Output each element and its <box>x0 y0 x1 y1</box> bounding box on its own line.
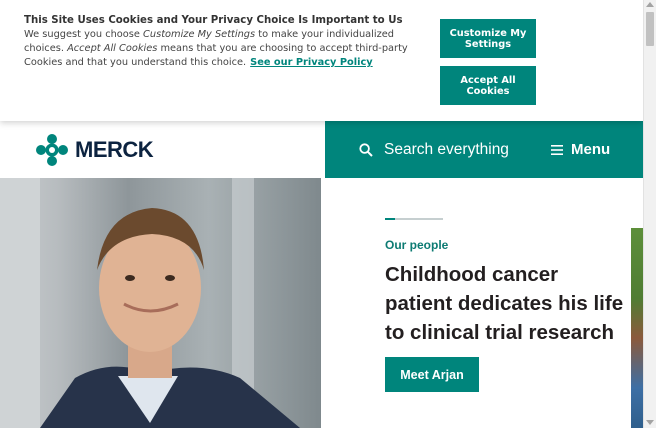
cookie-title: This Site Uses Cookies and Your Privacy … <box>24 15 403 26</box>
privacy-policy-link[interactable]: See our Privacy Policy <box>250 57 373 68</box>
vertical-scrollbar[interactable] <box>643 0 656 428</box>
search-icon <box>359 142 373 157</box>
logo-link[interactable]: MERCK <box>0 121 325 178</box>
cookie-text-accept-em: Accept All Cookies <box>67 43 158 54</box>
cookie-text-customize-em: Customize My Settings <box>143 29 256 40</box>
scroll-thumb[interactable] <box>646 12 654 46</box>
cookie-banner: This Site Uses Cookies and Your Privacy … <box>0 0 643 121</box>
search-label: Search everything <box>384 140 509 158</box>
scroll-up-arrow-icon[interactable] <box>646 2 654 7</box>
site-header: MERCK Search everything Menu <box>0 121 643 178</box>
customize-settings-button[interactable]: Customize My Settings <box>440 19 536 58</box>
slide-progress-indicator <box>385 218 443 220</box>
hero-kicker: Our people <box>385 238 449 252</box>
cookie-text-1: We suggest you choose <box>24 29 144 40</box>
hamburger-menu-icon <box>551 144 563 155</box>
cookie-description: We suggest you choose Customize My Setti… <box>24 28 422 70</box>
hero-headline: Childhood cancer patient dedicates his l… <box>385 263 624 344</box>
meet-arjan-button[interactable]: Meet Arjan <box>385 357 479 392</box>
hero-carousel: Our people Childhood cancer patient dedi… <box>0 178 643 428</box>
hero-photo <box>0 178 321 428</box>
menu-label: Menu <box>571 141 611 158</box>
accept-all-cookies-button[interactable]: Accept All Cookies <box>440 66 536 105</box>
next-slide-peek[interactable] <box>631 228 643 428</box>
hero-portrait-image <box>0 178 300 428</box>
search-button[interactable]: Search everything <box>325 121 525 178</box>
slide-progress-fill <box>385 218 395 220</box>
merck-logo-icon <box>36 133 68 166</box>
page: MERCK Search everything Menu Our people … <box>0 0 643 428</box>
scroll-down-arrow-icon[interactable] <box>646 420 654 425</box>
header-actions: Search everything Menu <box>325 121 643 178</box>
menu-button[interactable]: Menu <box>525 121 610 178</box>
logo-wordmark: MERCK <box>75 136 154 162</box>
